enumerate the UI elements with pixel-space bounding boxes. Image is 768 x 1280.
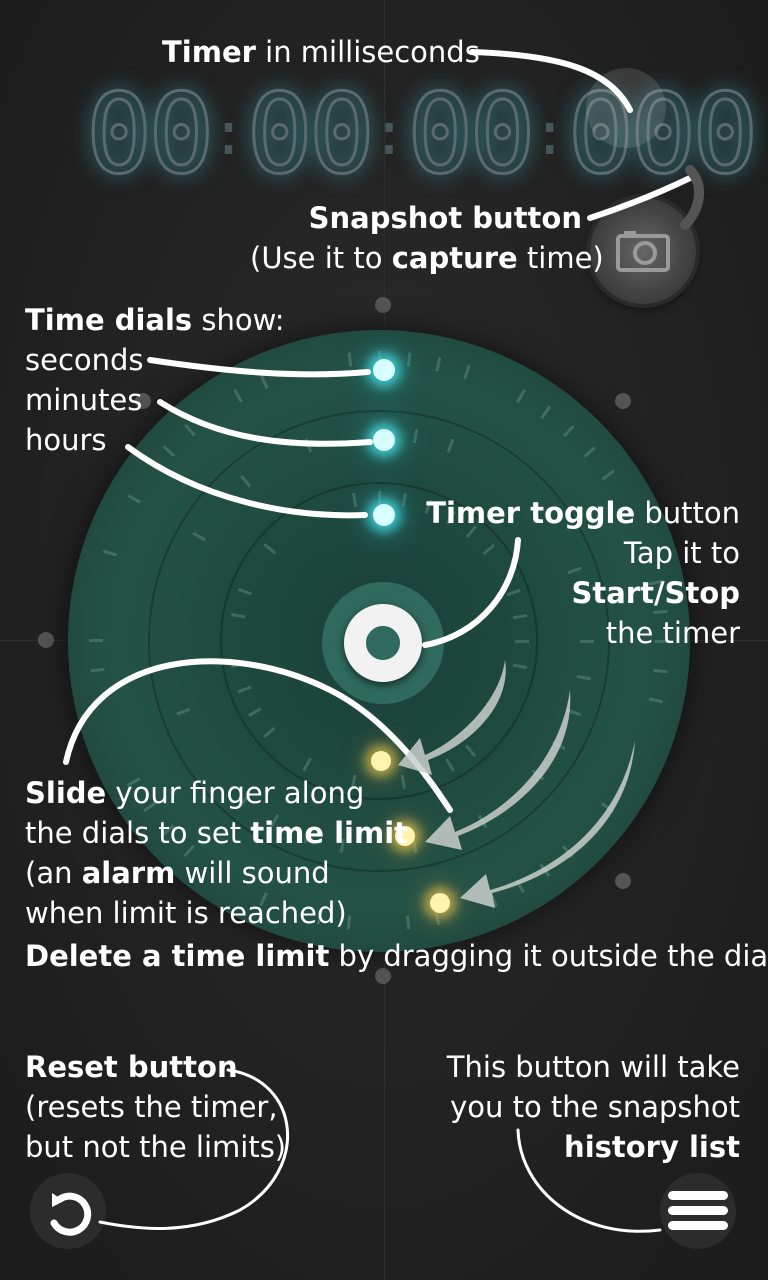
history-label-bold: history list	[564, 1130, 740, 1164]
toggle-label-text: button	[635, 496, 740, 530]
snapshot-label-text2: time)	[518, 241, 604, 275]
dials-label-hours: hours	[25, 420, 285, 460]
slide-label-line4: when limit is reached)	[25, 893, 408, 933]
dials-label-text: show:	[192, 303, 284, 337]
snapshot-label-bold: Snapshot button	[309, 201, 582, 235]
reset-label-line2: (resets the timer,	[25, 1087, 286, 1127]
slide-label-text: your finger along	[106, 776, 364, 810]
delete-label: Delete a time limit by dragging it outsi…	[25, 936, 768, 976]
toggle-label-start-stop: Start/Stop	[571, 576, 740, 610]
timer-label-bold: Timer	[162, 35, 256, 69]
slide-label: Slide your finger along the dials to set…	[25, 773, 408, 933]
dials-label-seconds: seconds	[25, 340, 285, 380]
snapshot-label: Snapshot button (Use it to capture time)	[250, 198, 582, 278]
delete-label-text: by dragging it outside the dials	[329, 939, 768, 973]
slide-label-line2: the dials to set	[25, 816, 250, 850]
timer-label-text: in milliseconds	[256, 35, 480, 69]
toggle-label-line2: Tap it to	[420, 533, 740, 573]
timer-label: Timer in milliseconds	[162, 32, 480, 72]
dials-label-minutes: minutes	[25, 380, 285, 420]
dials-label-bold: Time dials	[25, 303, 192, 337]
history-label-line1: This button will take	[380, 1047, 740, 1087]
history-label: This button will take you to the snapsho…	[380, 1047, 740, 1167]
toggle-label-bold: Timer toggle	[426, 496, 635, 530]
delete-label-bold: Delete a time limit	[25, 939, 329, 973]
reset-label-line3: but not the limits)	[25, 1127, 286, 1167]
snapshot-label-bold2: capture	[392, 241, 518, 275]
reset-label-bold: Reset button	[25, 1050, 238, 1084]
slide-label-alarm: alarm	[82, 856, 176, 890]
slide-label-line3: (an	[25, 856, 82, 890]
slide-label-bold: Slide	[25, 776, 106, 810]
reset-label: Reset button (resets the timer, but not …	[25, 1047, 286, 1167]
toggle-label-line4: the timer	[420, 613, 740, 653]
slide-label-time-limit: time limit	[250, 816, 408, 850]
dials-label: Time dials show: seconds minutes hours	[25, 300, 285, 460]
history-label-line2: you to the snapshot	[380, 1087, 740, 1127]
slide-label-line3-end: will sound	[175, 856, 329, 890]
toggle-label: Timer toggle button Tap it to Start/Stop…	[420, 493, 740, 653]
snapshot-label-text: (Use it to	[250, 241, 392, 275]
